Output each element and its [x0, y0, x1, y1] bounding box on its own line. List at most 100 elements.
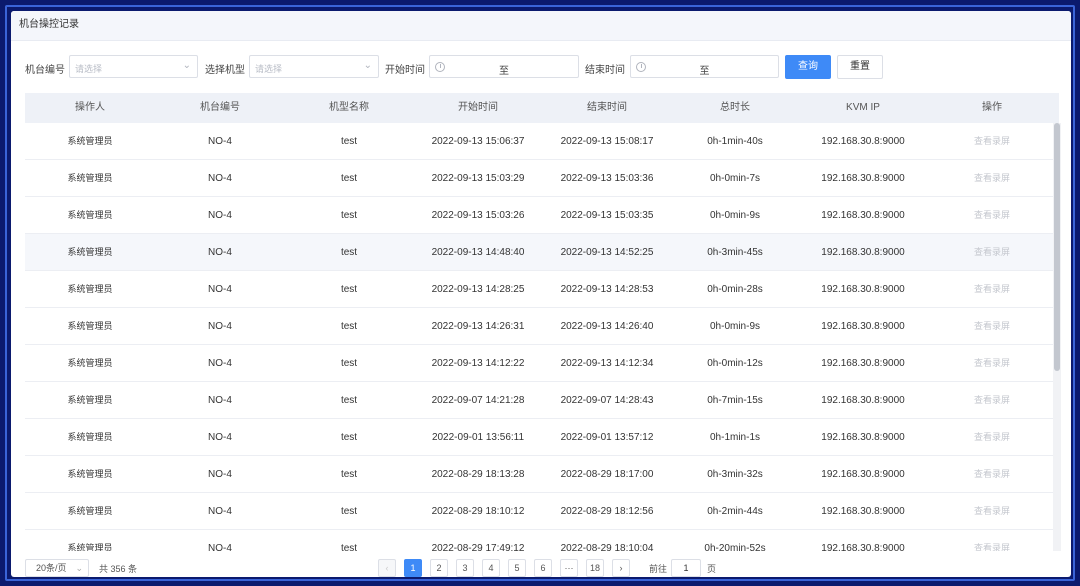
cell-machine: NO-4 [208, 321, 232, 332]
view-recording-link[interactable]: 查看录屏 [927, 308, 1057, 345]
cell-kvm-ip: 192.168.30.8:9000 [821, 543, 905, 551]
cell-machine: NO-4 [208, 173, 232, 184]
cell-end-time: 2022-09-01 13:57:12 [560, 432, 654, 443]
cell-kvm-ip: 192.168.30.8:9000 [821, 358, 905, 369]
page-button-2[interactable]: 2 [430, 559, 448, 577]
col-header-duration: 总时长 [720, 102, 750, 113]
table-header: 操作人 机台编号 机型名称 开始时间 结束时间 总时长 KVM IP 操作 [25, 93, 1059, 123]
model-placeholder: 请选择 [255, 64, 283, 74]
model-label: 选择机型 [205, 65, 245, 76]
view-recording-link[interactable]: 查看录屏 [927, 160, 1057, 197]
end-time-label: 结束时间 [585, 65, 625, 76]
cell-model: test [340, 210, 358, 221]
cell-start-time: 2022-08-29 18:10:12 [431, 506, 525, 517]
cell-model: test [340, 136, 358, 147]
view-recording-link[interactable]: 查看录屏 [927, 234, 1057, 271]
machine-no-select[interactable]: 请选择 ⌄ [69, 55, 198, 78]
cell-operator: 系统管理员 [67, 395, 113, 405]
cell-machine: NO-4 [208, 543, 232, 551]
cell-operator: 系统管理员 [67, 247, 113, 257]
page-button-6[interactable]: 6 [534, 559, 552, 577]
vertical-scrollbar[interactable] [1053, 123, 1061, 551]
next-page-button[interactable]: › [612, 559, 630, 577]
col-header-start: 开始时间 [458, 102, 498, 113]
end-time-range[interactable]: 至 [630, 55, 779, 78]
cell-kvm-ip: 192.168.30.8:9000 [821, 469, 905, 480]
view-recording-link[interactable]: 查看录屏 [927, 382, 1057, 419]
cell-start-time: 2022-09-01 13:56:11 [431, 432, 525, 443]
goto-suffix: 页 [707, 564, 717, 574]
page-button-18[interactable]: 18 [586, 559, 604, 577]
prev-page-button[interactable]: ‹ [378, 559, 396, 577]
page-button-3[interactable]: 3 [456, 559, 474, 577]
cell-kvm-ip: 192.168.30.8:9000 [821, 321, 905, 332]
cell-operator: 系统管理员 [67, 543, 113, 551]
cell-start-time: 2022-09-13 14:28:25 [431, 284, 525, 295]
cell-machine: NO-4 [208, 395, 232, 406]
cell-operator: 系统管理员 [67, 321, 113, 331]
cell-kvm-ip: 192.168.30.8:9000 [821, 173, 905, 184]
chevron-down-icon: ⌄ [363, 60, 372, 71]
cell-machine: NO-4 [208, 210, 232, 221]
cell-operator: 系统管理员 [67, 136, 113, 146]
screenshot-frame: 机台操控记录 机台编号 请选择 ⌄ 选择机型 请选择 ⌄ 开始时间 至 结束时间… [5, 5, 1075, 581]
goto-page-input[interactable]: 1 [671, 559, 701, 577]
model-select[interactable]: 请选择 ⌄ [249, 55, 379, 78]
machine-no-placeholder: 请选择 [75, 64, 103, 74]
pagination: 20条/页 ⌄ 共 356 条 ‹ 1 2 3 4 5 6 ··· 18 › 前… [11, 559, 1071, 577]
cell-machine: NO-4 [208, 506, 232, 517]
view-recording-link[interactable]: 查看录屏 [927, 456, 1057, 493]
cell-duration: 0h-0min-12s [707, 358, 763, 369]
cell-end-time: 2022-09-07 14:28:43 [560, 395, 654, 406]
reset-button[interactable]: 重置 [837, 55, 883, 79]
cell-duration: 0h-20min-52s [704, 543, 766, 551]
goto-label: 前往 [649, 564, 668, 574]
chevron-down-icon: ⌄ [182, 60, 191, 71]
view-recording-link[interactable]: 查看录屏 [927, 419, 1057, 456]
cell-duration: 0h-0min-28s [707, 284, 763, 295]
cell-end-time: 2022-08-29 18:12:56 [560, 506, 654, 517]
scrollbar-thumb[interactable] [1054, 123, 1060, 371]
page-title: 机台操控记录 [11, 11, 1071, 41]
query-button[interactable]: 查询 [785, 55, 831, 79]
cell-machine: NO-4 [208, 284, 232, 295]
view-recording-link[interactable]: 查看录屏 [927, 345, 1057, 382]
page-button-5[interactable]: 5 [508, 559, 526, 577]
view-recording-link[interactable]: 查看录屏 [927, 493, 1057, 530]
cell-model: test [340, 395, 358, 406]
start-time-label: 开始时间 [385, 65, 425, 76]
view-recording-link[interactable]: 查看录屏 [927, 530, 1057, 551]
cell-model: test [340, 543, 358, 551]
table-body: 系统管理员 NO-4 test 2022-09-13 15:06:37 2022-09-… [25, 123, 1059, 551]
cell-end-time: 2022-09-13 15:08:17 [560, 136, 654, 147]
cell-end-time: 2022-09-13 15:03:35 [560, 210, 654, 221]
machine-no-label: 机台编号 [25, 65, 65, 76]
page-button-4[interactable]: 4 [482, 559, 500, 577]
table-row: 系统管理员 NO-4 test 2022-09-07 14:21:28 2022-09-… [25, 382, 1059, 419]
cell-start-time: 2022-09-13 14:48:40 [431, 247, 525, 258]
cell-machine: NO-4 [208, 358, 232, 369]
col-header-operator: 操作人 [75, 102, 105, 113]
view-recording-link[interactable]: 查看录屏 [927, 271, 1057, 308]
cell-machine: NO-4 [208, 136, 232, 147]
page-size-select[interactable]: 20条/页 ⌄ [25, 559, 89, 577]
cell-end-time: 2022-09-13 14:12:34 [560, 358, 654, 369]
cell-model: test [340, 432, 358, 443]
view-recording-link[interactable]: 查看录屏 [927, 123, 1057, 160]
more-pages-button[interactable]: ··· [560, 559, 578, 577]
range-separator: 至 [499, 66, 509, 77]
cell-duration: 0h-3min-32s [707, 469, 763, 480]
start-time-range[interactable]: 至 [429, 55, 579, 78]
cell-kvm-ip: 192.168.30.8:9000 [821, 506, 905, 517]
cell-start-time: 2022-08-29 18:13:28 [431, 469, 525, 480]
cell-end-time: 2022-08-29 18:10:04 [560, 543, 654, 551]
table-row: 系统管理员 NO-4 test 2022-09-13 14:26:31 2022-09-… [25, 308, 1059, 345]
main-panel: 机台操控记录 机台编号 请选择 ⌄ 选择机型 请选择 ⌄ 开始时间 至 结束时间… [11, 11, 1071, 577]
cell-kvm-ip: 192.168.30.8:9000 [821, 395, 905, 406]
cell-kvm-ip: 192.168.30.8:9000 [821, 284, 905, 295]
table-row: 系统管理员 NO-4 test 2022-09-13 14:48:40 2022-09-… [25, 234, 1059, 271]
cell-end-time: 2022-08-29 18:17:00 [560, 469, 654, 480]
page-button-1[interactable]: 1 [404, 559, 422, 577]
view-recording-link[interactable]: 查看录屏 [927, 197, 1057, 234]
cell-end-time: 2022-09-13 14:52:25 [560, 247, 654, 258]
